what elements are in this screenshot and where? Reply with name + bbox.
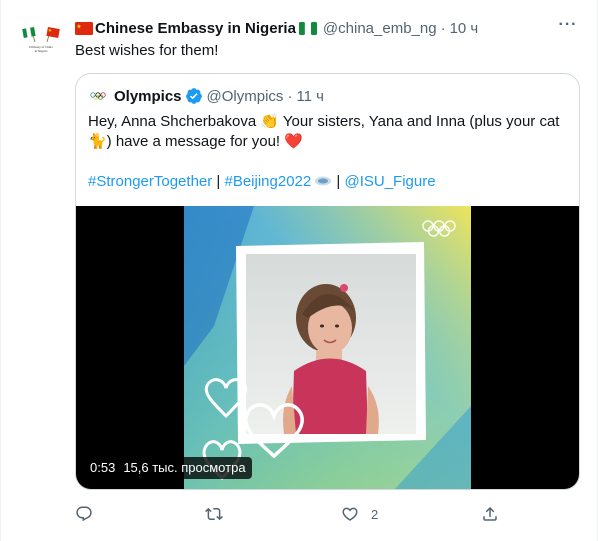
like-count: 2 xyxy=(371,506,379,522)
retweet-icon xyxy=(205,507,223,521)
quoted-header: Olympics @Olympics · 11 ч xyxy=(88,86,324,106)
tweet-text: Best wishes for them! xyxy=(75,42,219,59)
author-avatar[interactable]: Embassy of China in Nigeria xyxy=(17,16,65,64)
retweet-button[interactable] xyxy=(205,500,235,528)
share-button[interactable] xyxy=(481,500,511,528)
china-flag-icon xyxy=(75,21,93,35)
quoted-text: Hey, Anna Shcherbakova 👏 Your sisters, Y… xyxy=(88,112,568,192)
like-button[interactable]: 2 xyxy=(341,500,378,528)
quoted-timestamp[interactable]: 11 ч xyxy=(296,88,324,105)
mention-separator: | xyxy=(332,173,345,190)
mention-isu-figure[interactable]: @ISU_Figure xyxy=(344,173,435,190)
tweet-actions: 2 xyxy=(75,500,515,528)
tweet[interactable]: Embassy of China in Nigeria Chinese Emba… xyxy=(0,0,598,541)
quoted-text-line2: 🐈) have a message for you! ❤️ xyxy=(88,133,303,150)
tweet-header: Chinese Embassy in Nigeria @china_emb_ng… xyxy=(75,18,545,38)
hashtag-separator: | xyxy=(212,173,225,190)
quoted-author-name[interactable]: Olympics xyxy=(114,88,182,105)
embassy-logo-icon: Embassy of China in Nigeria xyxy=(22,27,60,53)
quoted-author-handle[interactable]: @Olympics xyxy=(207,88,284,105)
video-frame[interactable] xyxy=(184,206,471,489)
more-options-icon[interactable]: ··· xyxy=(557,17,579,38)
nigeria-flag-icon xyxy=(298,21,317,35)
video-player[interactable]: 0:53 15,6 тыс. просмотра xyxy=(76,206,579,489)
header-separator: · xyxy=(440,19,446,37)
video-stats-badge: 0:53 15,6 тыс. просмотра xyxy=(84,457,252,479)
author-name[interactable]: Chinese Embassy in Nigeria xyxy=(95,20,296,37)
heart-icon xyxy=(342,507,358,521)
hashtag-strongertogether[interactable]: #StrongerTogether xyxy=(88,173,212,190)
beijing2022-emoji-icon xyxy=(315,176,332,186)
tweet-timestamp[interactable]: 10 ч xyxy=(450,20,479,37)
olympic-rings-icon[interactable] xyxy=(88,86,108,106)
quoted-header-separator: · xyxy=(287,87,293,105)
hashtag-beijing2022[interactable]: #Beijing2022 xyxy=(224,173,311,190)
quoted-hashtag-line: #StrongerTogether | #Beijing2022 | @ISU_… xyxy=(88,172,568,192)
verified-badge-icon xyxy=(185,88,202,104)
quoted-text-line1: Hey, Anna Shcherbakova 👏 Your sisters, Y… xyxy=(88,113,560,130)
video-view-count: 15,6 тыс. просмотра xyxy=(123,460,246,475)
quoted-tweet[interactable]: Olympics @Olympics · 11 ч Hey, Anna Shch… xyxy=(75,73,580,490)
video-thumbnail-image xyxy=(184,206,471,489)
reply-button[interactable] xyxy=(75,500,105,528)
share-icon xyxy=(483,506,497,521)
video-duration: 0:53 xyxy=(90,460,116,475)
avatar-caption-line2: in Nigeria xyxy=(35,49,48,53)
author-handle[interactable]: @china_emb_ng xyxy=(323,20,437,37)
reply-icon xyxy=(76,506,92,522)
